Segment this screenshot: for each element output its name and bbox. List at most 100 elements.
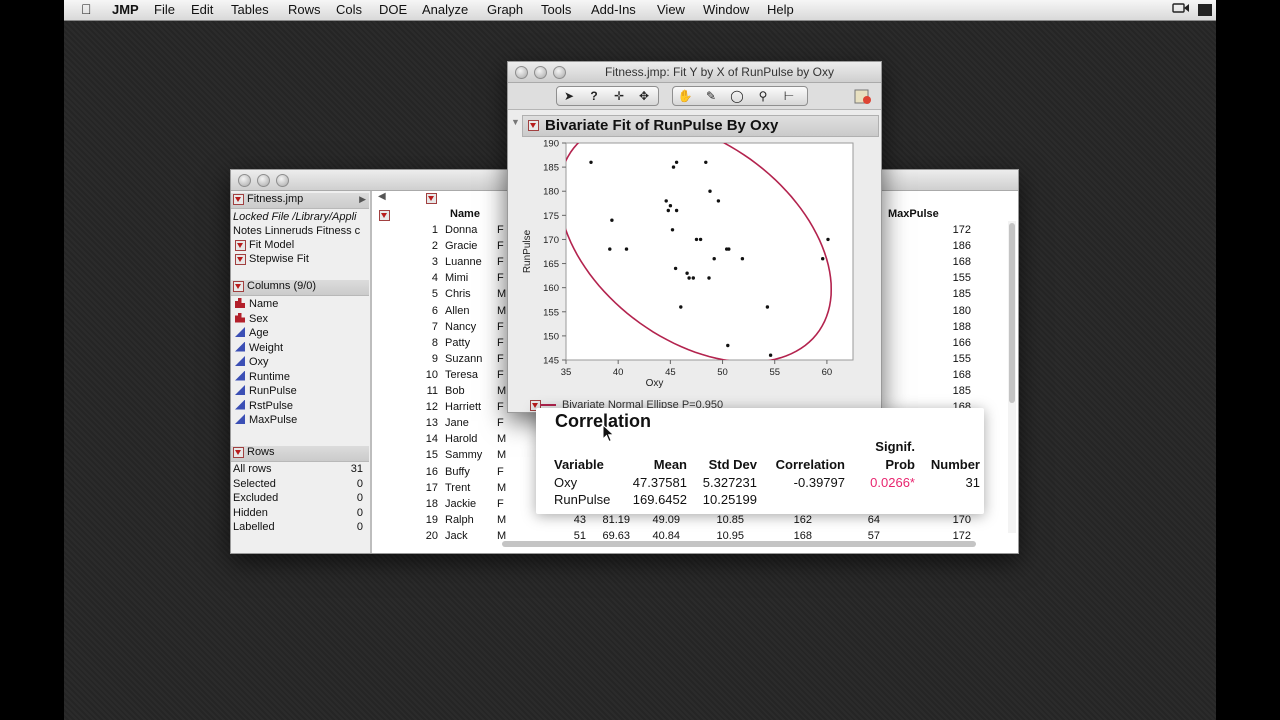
columns-header[interactable]: Columns (9/0) bbox=[231, 280, 369, 296]
table-cell-name[interactable]: Mimi bbox=[445, 272, 468, 284]
y-axis-label[interactable]: RunPulse bbox=[522, 229, 533, 273]
menu-file[interactable]: File bbox=[154, 2, 175, 17]
row-number[interactable]: 3 bbox=[372, 256, 438, 268]
menu-add-ins[interactable]: Add-Ins bbox=[591, 2, 636, 17]
data-point[interactable] bbox=[716, 199, 721, 203]
menu-analyze[interactable]: Analyze bbox=[422, 2, 468, 17]
row-number[interactable]: 20 bbox=[372, 530, 438, 542]
column-item[interactable]: MaxPulse bbox=[233, 414, 297, 426]
table-cell-sex[interactable]: F bbox=[497, 498, 504, 510]
row-number[interactable]: 6 bbox=[372, 305, 438, 317]
x-axis-label[interactable]: Oxy bbox=[646, 378, 664, 389]
table-cell-name[interactable]: Chris bbox=[445, 288, 471, 300]
menu-window[interactable]: Window bbox=[703, 2, 749, 17]
column-menu-icon[interactable] bbox=[426, 193, 437, 204]
column-header-maxpulse[interactable]: MaxPulse bbox=[888, 208, 939, 220]
menu-cols[interactable]: Cols bbox=[336, 2, 362, 17]
row-number[interactable]: 8 bbox=[372, 337, 438, 349]
script-fit-model[interactable]: Fit Model bbox=[233, 239, 294, 251]
data-point[interactable] bbox=[610, 218, 614, 222]
notification-icon[interactable] bbox=[1198, 4, 1212, 16]
script-menu-icon[interactable] bbox=[235, 253, 246, 265]
table-cell-sex[interactable]: M bbox=[497, 482, 506, 494]
menu-app-jmp[interactable]: JMP bbox=[112, 2, 139, 17]
table-cell-max[interactable]: 185 bbox=[905, 385, 971, 397]
data-point[interactable] bbox=[679, 305, 683, 309]
data-point[interactable] bbox=[687, 276, 691, 280]
expand-arrow-icon[interactable]: ▶ bbox=[359, 194, 366, 205]
column-item[interactable]: RstPulse bbox=[233, 399, 293, 412]
row-number[interactable]: 7 bbox=[372, 321, 438, 333]
table-cell-sex[interactable]: M bbox=[497, 449, 506, 461]
data-point[interactable] bbox=[666, 208, 670, 213]
table-row[interactable]: 19 Ralph M 43 81.19 49.09 10.85 162 64 170 bbox=[372, 514, 1008, 530]
menu-tools[interactable]: Tools bbox=[541, 2, 571, 17]
data-point[interactable] bbox=[708, 189, 712, 193]
table-cell-sex[interactable]: F bbox=[497, 466, 504, 478]
row-number[interactable]: 19 bbox=[372, 514, 438, 526]
data-point[interactable] bbox=[712, 257, 716, 261]
menu-edit[interactable]: Edit bbox=[191, 2, 213, 17]
data-point[interactable] bbox=[694, 237, 699, 242]
minimize-button[interactable] bbox=[257, 174, 270, 187]
data-point[interactable] bbox=[765, 305, 770, 309]
data-point[interactable] bbox=[674, 208, 679, 213]
apple-icon[interactable]:  bbox=[81, 1, 92, 17]
column-item[interactable]: Sex bbox=[233, 312, 268, 325]
data-point[interactable] bbox=[671, 165, 676, 169]
table-cell-name[interactable]: Trent bbox=[445, 482, 470, 494]
menu-doe[interactable]: DOE bbox=[379, 2, 407, 17]
table-cell-oxy[interactable]: 49.09 bbox=[612, 514, 680, 526]
data-point[interactable] bbox=[768, 353, 773, 357]
table-cell-sex[interactable]: F bbox=[497, 224, 504, 236]
data-point[interactable] bbox=[670, 228, 675, 232]
table-cell-sex[interactable]: F bbox=[497, 321, 504, 333]
data-point[interactable] bbox=[691, 276, 695, 280]
data-point[interactable] bbox=[624, 247, 629, 251]
scatter-plot[interactable]: 35 40 45 50 55 60 145 150 155 160 165 170 175 180 185 1… bbox=[508, 62, 881, 412]
menu-help[interactable]: Help bbox=[767, 2, 794, 17]
table-cell-name[interactable]: Teresa bbox=[445, 369, 478, 381]
table-cell-runtime[interactable]: 10.85 bbox=[672, 514, 744, 526]
menu-graph[interactable]: Graph bbox=[487, 2, 523, 17]
column-item[interactable]: Name bbox=[233, 298, 278, 310]
row-number[interactable]: 5 bbox=[372, 288, 438, 300]
table-cell-max[interactable]: 170 bbox=[905, 514, 971, 526]
data-point[interactable] bbox=[664, 199, 668, 203]
row-number[interactable]: 1 bbox=[372, 224, 438, 236]
close-button[interactable] bbox=[238, 174, 251, 187]
row-number[interactable]: 14 bbox=[372, 433, 438, 445]
column-item[interactable]: Runtime bbox=[233, 370, 290, 383]
data-point[interactable] bbox=[668, 204, 673, 208]
menu-rows[interactable]: Rows bbox=[288, 2, 321, 17]
table-cell-name[interactable]: Nancy bbox=[445, 321, 476, 333]
script-menu-icon[interactable] bbox=[235, 239, 246, 251]
table-cell-max[interactable]: 186 bbox=[905, 240, 971, 252]
screen-record-icon[interactable] bbox=[1172, 1, 1190, 18]
table-cell-sex[interactable]: F bbox=[497, 256, 504, 268]
table-cell-name[interactable]: Patty bbox=[445, 337, 470, 349]
table-cell-max[interactable]: 155 bbox=[905, 272, 971, 284]
table-cell-max[interactable]: 168 bbox=[905, 256, 971, 268]
data-point[interactable] bbox=[821, 257, 825, 261]
row-menu-icon[interactable] bbox=[379, 210, 390, 221]
table-cell-max[interactable]: 185 bbox=[905, 288, 971, 300]
row-number[interactable]: 13 bbox=[372, 417, 438, 429]
menu-tables[interactable]: Tables bbox=[231, 2, 269, 17]
table-cell-sex[interactable]: M bbox=[497, 385, 506, 397]
script-stepwise-fit[interactable]: Stepwise Fit bbox=[233, 253, 309, 265]
row-number[interactable]: 11 bbox=[372, 385, 438, 397]
left-arrow-icon[interactable]: ◀ bbox=[378, 191, 386, 202]
rows-header[interactable]: Rows bbox=[231, 446, 369, 462]
row-number[interactable]: 12 bbox=[372, 401, 438, 413]
table-cell-name[interactable]: Harold bbox=[445, 433, 477, 445]
table-cell-sex[interactable]: F bbox=[497, 417, 504, 429]
data-point[interactable] bbox=[698, 237, 703, 242]
table-cell-sex[interactable]: F bbox=[497, 401, 504, 413]
columns-menu-icon[interactable] bbox=[233, 280, 244, 292]
table-cell-max[interactable]: 180 bbox=[905, 305, 971, 317]
table-cell-name[interactable]: Sammy bbox=[445, 449, 482, 461]
table-cell-name[interactable]: Harriett bbox=[445, 401, 481, 413]
column-item[interactable]: RunPulse bbox=[233, 385, 297, 397]
horizontal-scroll-thumb[interactable] bbox=[502, 541, 976, 547]
